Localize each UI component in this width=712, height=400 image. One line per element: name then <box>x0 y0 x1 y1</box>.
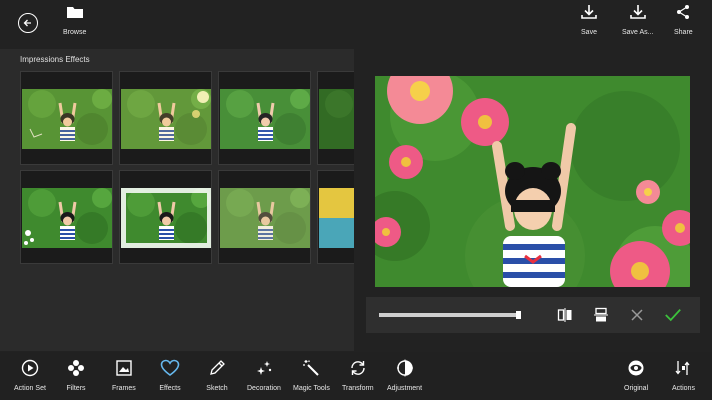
intensity-slider-track[interactable] <box>379 313 519 317</box>
effect-intensity-bar <box>366 297 700 333</box>
flower <box>636 180 660 204</box>
checkmark-icon <box>665 308 681 322</box>
share-label: Share <box>674 29 693 36</box>
nav-label: Magic Tools <box>293 385 330 392</box>
nav-transform[interactable]: Transform <box>342 358 374 392</box>
actions-label: Actions <box>672 385 695 392</box>
effect-thumbnail[interactable] <box>317 71 354 165</box>
share-icon <box>677 5 690 19</box>
effect-thumbnail[interactable] <box>119 71 212 165</box>
intensity-slider-thumb[interactable] <box>516 311 521 319</box>
nav-label: Frames <box>112 385 136 392</box>
flip-horizontal-button[interactable] <box>556 306 574 324</box>
bottom-nav: Action Set Filters Frames Effects Sketch… <box>0 352 712 400</box>
apply-button[interactable] <box>664 306 682 324</box>
original-label: Original <box>624 385 649 392</box>
nav-label: Action Set <box>14 385 46 392</box>
nav-label: Sketch <box>206 385 228 392</box>
effect-thumbnail[interactable] <box>218 71 311 165</box>
browse-label: Browse <box>63 29 87 36</box>
save-label: Save <box>581 29 597 36</box>
folder-icon <box>66 7 83 18</box>
back-arrow-icon <box>23 19 31 27</box>
flower <box>389 145 423 179</box>
actions-button[interactable]: Actions <box>672 358 695 392</box>
browse-button[interactable]: Browse <box>63 4 86 36</box>
nav-frames[interactable]: Frames <box>112 358 136 392</box>
play-circle-icon <box>21 359 39 377</box>
save-as-button[interactable]: Save As... <box>622 4 654 36</box>
heart-icon <box>160 359 180 376</box>
pencil-icon <box>210 360 225 375</box>
nav-adjustment[interactable]: Adjustment <box>387 358 422 392</box>
main-photo-preview[interactable] <box>375 76 690 287</box>
flip-vertical-button[interactable] <box>592 306 610 324</box>
nav-action-set[interactable]: Action Set <box>14 358 46 392</box>
contrast-icon <box>396 359 413 377</box>
nav-label: Effects <box>159 385 181 392</box>
rotate-icon <box>351 361 365 375</box>
close-icon <box>631 309 643 321</box>
effect-thumbnail[interactable] <box>218 170 311 264</box>
nav-sketch[interactable]: Sketch <box>206 358 228 392</box>
frame-icon <box>116 360 132 376</box>
panel-title: Impressions Effects <box>20 55 90 64</box>
download-icon <box>629 5 646 19</box>
magic-wand-icon <box>303 360 320 376</box>
flip-vertical-icon <box>594 307 608 322</box>
save-as-label: Save As... <box>622 29 654 36</box>
nav-label: Decoration <box>247 385 281 392</box>
effects-panel: Impressions Effects <box>0 49 354 351</box>
eye-icon <box>628 360 644 376</box>
effect-thumbnail[interactable] <box>20 170 113 264</box>
nav-label: Filters <box>66 385 86 392</box>
save-button[interactable]: Save <box>580 4 598 36</box>
effect-thumbnail[interactable] <box>20 71 113 165</box>
top-toolbar: Browse Save Save As... Share <box>0 0 712 48</box>
share-button[interactable]: Share <box>674 4 693 36</box>
actions-icon <box>675 361 690 375</box>
cancel-button[interactable] <box>628 306 646 324</box>
flip-horizontal-icon <box>557 308 572 322</box>
back-button[interactable] <box>18 13 38 33</box>
nav-effects[interactable]: Effects <box>159 358 181 392</box>
effect-thumbnail[interactable] <box>317 170 354 264</box>
nav-label: Transform <box>342 385 374 392</box>
filters-icon <box>68 360 84 376</box>
sparkle-icon <box>256 361 272 375</box>
download-icon <box>581 5 597 19</box>
nav-decoration[interactable]: Decoration <box>247 358 281 392</box>
nav-magic-tools[interactable]: Magic Tools <box>293 358 330 392</box>
nav-filters[interactable]: Filters <box>65 358 87 392</box>
nav-label: Adjustment <box>387 385 423 392</box>
flower <box>461 98 509 146</box>
original-button[interactable]: Original <box>624 358 648 392</box>
effect-thumbnail[interactable] <box>119 170 212 264</box>
